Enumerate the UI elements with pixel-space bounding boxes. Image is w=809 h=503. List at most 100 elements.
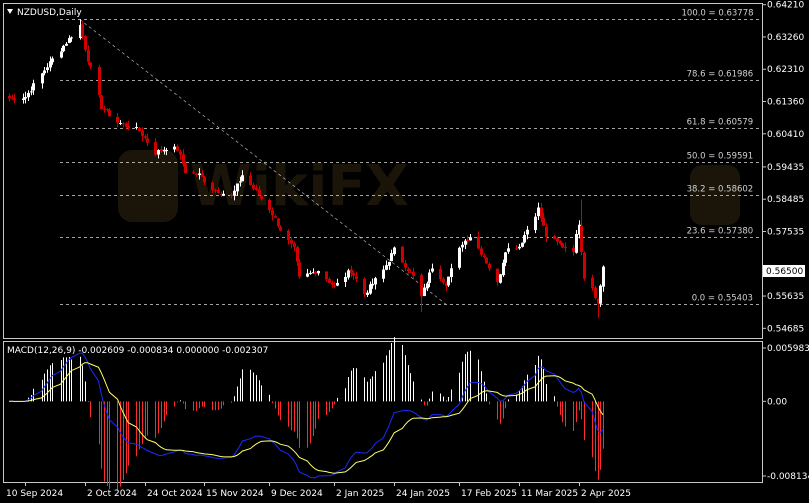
candle-body [165,150,168,152]
candle-body [347,270,350,278]
candle-body [336,282,339,286]
time-axis-label: 2 Apr 2025 [581,489,631,499]
candle-body [84,36,87,50]
candle-body [401,246,404,263]
time-axis-label: 2 Oct 2024 [87,489,137,499]
candle-body [203,176,206,183]
candle-body [222,193,225,196]
candle-body [572,247,575,252]
candle-body [138,127,141,132]
time-axis-label: 15 Nov 2024 [206,489,264,499]
macd-title: MACD(12,26,9) -0.002609 -0.000834 0.0000… [7,346,268,356]
price-axis-label: 0.58485 [767,195,804,205]
candle-body [255,187,258,191]
candle-body [258,189,261,196]
candle-body [352,272,355,276]
candle-body [11,97,14,99]
candle-body [217,189,220,194]
candle-body [545,226,548,237]
time-axis-label: 24 Jan 2025 [396,489,450,499]
candle-body [81,24,84,37]
candle-body [236,183,239,192]
candle-body [371,283,374,286]
candle-body [279,226,282,231]
candle-body [198,173,201,176]
candle-body [328,278,331,283]
candle-body [537,207,540,217]
candle-body [27,92,30,98]
candle-body [556,238,559,242]
price-axis-label: 0.59435 [767,163,804,173]
candle-body [98,67,101,95]
fib-level-label: 23.6 = 0.57380 [687,227,754,237]
candle-body [442,278,445,283]
time-axis-label: 2 Jan 2025 [336,489,384,499]
candle-body [60,51,63,58]
candle-body [355,276,358,280]
candle-body [68,38,71,43]
candle-body [119,123,122,125]
candle-body [116,117,119,123]
candle-body [325,271,328,280]
price-axis-label: 0.57535 [767,227,804,237]
candle-body [157,150,160,155]
candle-body [393,247,396,255]
current-price-label: 0.56500 [766,267,803,277]
time-axis-label: 10 Sep 2024 [6,489,63,499]
candle-body [106,108,109,110]
candle-body [515,248,518,250]
candle-body [374,278,377,285]
candle-body [477,236,480,249]
fib-level-label: 0.0 = 0.55403 [692,294,753,304]
candle-body [30,91,33,93]
candle-body [160,149,163,152]
candle-body [521,242,524,247]
price-axis-label: 0.55635 [767,292,804,302]
candle-body [51,58,54,63]
candle-body [41,73,44,84]
candle-body [388,261,391,266]
candle-body [534,216,537,231]
time-axis-label: 9 Dec 2024 [271,489,323,499]
candle-body [431,268,434,272]
candle-body [144,136,147,138]
candle-body [488,264,491,269]
candle-body [192,172,195,174]
candle-body [526,229,529,235]
fib-level-label: 50.0 = 0.59591 [687,152,754,162]
candle-body [65,43,68,46]
candle-body [122,123,125,125]
candle-body [483,255,486,258]
symbol-title[interactable]: NZDUSD,Daily [17,8,82,18]
fib-level-label: 38.2 = 0.58602 [687,185,754,195]
candle-body [230,194,233,197]
candle-body [540,207,543,219]
candle-body [599,285,602,304]
fib-level-label: 61.8 = 0.60579 [687,118,754,128]
time-axis-label: 24 Oct 2024 [147,489,203,499]
time-axis-label: 11 Mar 2025 [521,489,578,499]
candle-body [252,184,255,189]
candle-body [464,240,467,245]
candle-body [428,272,431,283]
trading-chart[interactable]: WikiFX 100.0 = 0.63778 78.6 = 0.61986 61.8… [0,0,809,503]
candle-body [504,252,507,263]
candle-body [480,248,483,255]
candle-body [239,181,242,183]
candle-body [518,246,521,249]
candle-body [290,240,293,244]
candle-body [485,257,488,264]
candle-body [466,240,469,242]
candle-body [70,37,73,39]
svg-text:WikiFX: WikiFX [190,154,409,219]
candle-body [423,287,426,297]
price-axis-label: 0.54685 [767,324,804,334]
price-axis-label: 0.61360 [767,98,804,108]
candle-body [173,146,176,150]
candle-body [390,253,393,262]
candle-body [561,243,564,248]
price-axis-label: 0.64210 [767,1,804,11]
candle-body [363,278,366,295]
price-axis-label: 0.63260 [767,33,804,43]
candle-body [499,274,502,283]
